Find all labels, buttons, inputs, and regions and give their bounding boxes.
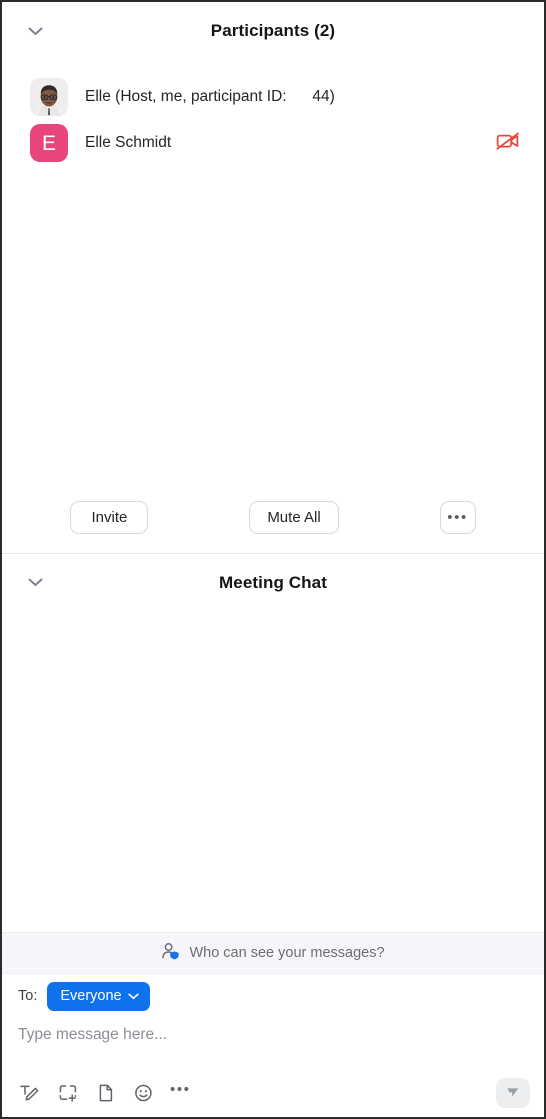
recipient-dropdown[interactable]: Everyone <box>47 981 150 1011</box>
screenshot-icon[interactable] <box>56 1082 78 1104</box>
invite-button[interactable]: Invite <box>70 501 149 534</box>
page-title: Participants (2) <box>210 21 336 40</box>
participants-empty-space <box>2 166 544 487</box>
list-item[interactable]: Elle (Host, me, participant ID: 44) <box>2 74 544 120</box>
who-can-see-messages-button[interactable]: Who can see your messages? <box>2 932 544 974</box>
avatar <box>30 78 68 116</box>
participants-more-button[interactable]: ••• <box>439 501 476 534</box>
meeting-chat-header: Meeting Chat <box>2 553 544 612</box>
recipient-label: Everyone <box>60 988 122 1004</box>
emoji-icon[interactable] <box>132 1082 154 1104</box>
participants-action-bar: Invite Mute All ••• <box>2 487 544 553</box>
who-can-see-messages-label: Who can see your messages? <box>189 945 385 961</box>
chevron-down-icon[interactable] <box>24 572 46 594</box>
message-input[interactable] <box>2 1018 544 1064</box>
participant-name: Elle Schmidt <box>85 134 172 151</box>
chat-compose-area: To: Everyone Type message here... ••• <box>2 974 544 1117</box>
person-shield-icon <box>161 942 181 965</box>
avatar-initial: E <box>41 131 56 155</box>
participants-header: Participants (2) <box>2 2 544 60</box>
participant-name: Elle (Host, me, participant ID: 44) <box>85 88 335 105</box>
send-button[interactable] <box>496 1078 530 1108</box>
video-off-icon[interactable] <box>496 132 520 155</box>
participants-list: Elle (Host, me, participant ID: 44) E El… <box>2 60 544 166</box>
mute-all-button[interactable]: Mute All <box>249 501 339 534</box>
format-text-icon[interactable] <box>18 1082 40 1104</box>
avatar: E <box>30 124 68 162</box>
recipient-row: To: Everyone <box>2 974 544 1018</box>
file-icon[interactable] <box>94 1082 116 1104</box>
ellipsis-icon: ••• <box>447 509 468 526</box>
compose-toolbar: ••• <box>2 1069 544 1117</box>
send-icon <box>504 1083 522 1104</box>
meeting-chat-title: Meeting Chat <box>219 572 327 592</box>
chevron-down-icon <box>127 988 139 1004</box>
compose-more-button[interactable]: ••• <box>170 1083 191 1100</box>
list-item[interactable]: E Elle Schmidt <box>2 120 544 166</box>
meeting-chat-section: Meeting Chat Who can see your messages? … <box>2 553 544 1117</box>
to-label: To: <box>18 988 38 1004</box>
chat-message-list <box>2 611 544 932</box>
zoom-side-panel: Participants (2) Elle (Host, me, partici… <box>0 0 546 1119</box>
chevron-down-icon[interactable] <box>24 20 46 42</box>
participant-status-icons <box>496 132 520 155</box>
